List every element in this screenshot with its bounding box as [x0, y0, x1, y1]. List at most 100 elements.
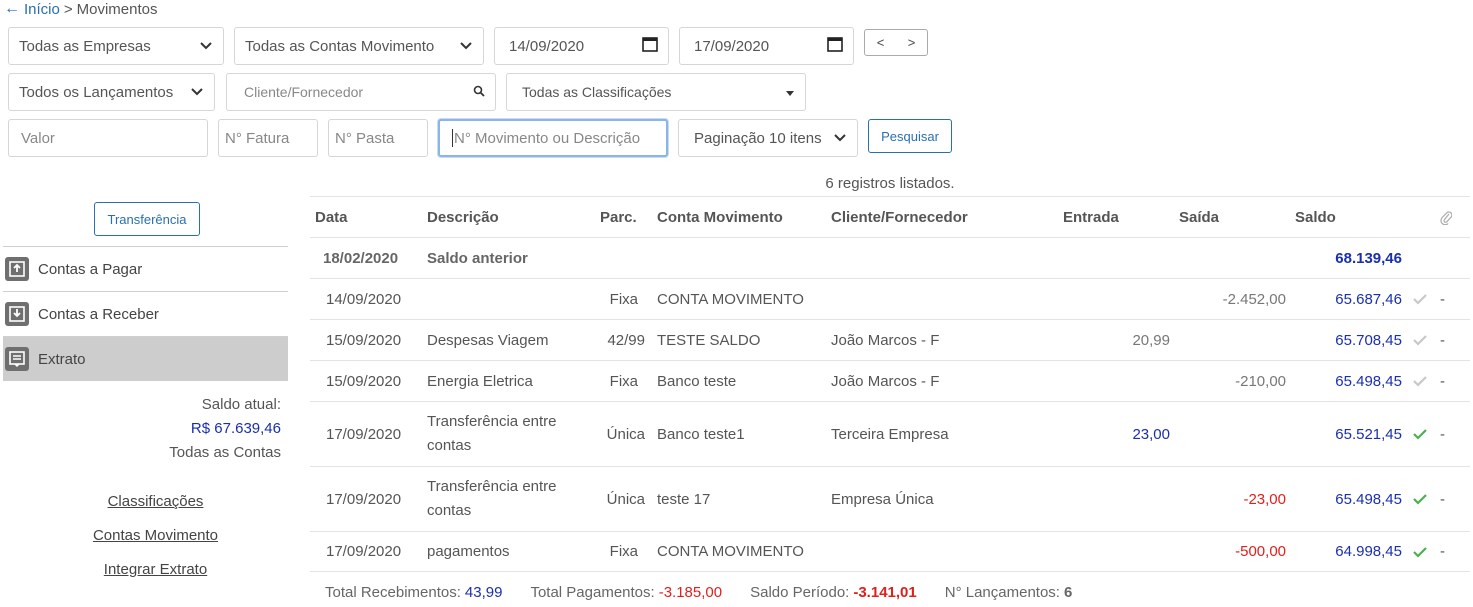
- cell-conta: CONTA MOVIMENTO: [657, 543, 804, 560]
- cell-saida: -23,00: [1243, 490, 1286, 508]
- check-icon[interactable]: [1413, 532, 1427, 571]
- col-conta[interactable]: Conta Movimento: [657, 197, 783, 237]
- chevron-down-icon: [190, 88, 204, 96]
- total-recebimentos-label: Total Recebimentos:: [325, 584, 461, 601]
- pasta-placeholder: N° Pasta: [335, 129, 395, 147]
- col-data[interactable]: Data: [315, 197, 348, 237]
- col-entrada[interactable]: Entrada: [1063, 197, 1119, 237]
- lancamentos-select[interactable]: Todos os Lançamentos: [8, 73, 215, 111]
- transferencia-button[interactable]: Transferência: [94, 202, 200, 236]
- sidebar-item-contas-pagar[interactable]: Contas a Pagar: [3, 246, 288, 291]
- link-classificacoes[interactable]: Classificações: [3, 493, 308, 510]
- total-pagamentos-label: Total Pagamentos:: [530, 584, 655, 601]
- cell-parc: 42/99: [607, 331, 645, 349]
- breadcrumb: ← Início > Movimentos: [4, 0, 157, 18]
- empresa-select[interactable]: Todas as Empresas: [8, 27, 224, 65]
- table-row[interactable]: 17/09/2020 Transferência entre contas Ún…: [310, 466, 1470, 531]
- cell-saldo: 65.687,46: [1335, 290, 1402, 308]
- check-icon[interactable]: [1413, 320, 1427, 360]
- table-row[interactable]: 15/09/2020 Energia Eletrica Fixa Banco t…: [310, 360, 1470, 401]
- fatura-placeholder: N° Fatura: [225, 129, 290, 147]
- saldo-atual-value: R$ 67.639,46: [190, 420, 281, 437]
- cell-entrada: 20,99: [1132, 331, 1170, 349]
- total-recebimentos-value: 43,99: [464, 584, 503, 601]
- cell-entrada: 23,00: [1132, 425, 1170, 443]
- cell-saldo: 64.998,45: [1335, 543, 1402, 560]
- search-icon[interactable]: [473, 84, 485, 100]
- movimento-descricao-placeholder: N° Movimento ou Descrição: [454, 129, 641, 147]
- date-from-input[interactable]: 14/09/2020: [494, 27, 669, 65]
- cell-cliente: João Marcos - F: [831, 331, 940, 349]
- cell-parc: Única: [606, 425, 645, 443]
- check-icon[interactable]: [1413, 467, 1427, 531]
- fatura-input[interactable]: N° Fatura: [218, 119, 318, 157]
- cell-cliente: Terceira Empresa: [831, 425, 949, 443]
- cell-anexo: -: [1440, 372, 1445, 390]
- col-saldo[interactable]: Saldo: [1295, 197, 1336, 237]
- next-period-button[interactable]: >: [908, 35, 916, 50]
- cell-parc: Única: [606, 490, 645, 508]
- numero-lancamentos: N° Lançamentos: 6: [945, 584, 1073, 604]
- calendar-icon[interactable]: [642, 36, 658, 56]
- breadcrumb-separator: >: [63, 0, 73, 18]
- prev-period-button[interactable]: <: [877, 35, 885, 50]
- calendar-icon[interactable]: [827, 36, 843, 56]
- link-integrar-extrato[interactable]: Integrar Extrato: [3, 561, 308, 578]
- cell-conta: TESTE SALDO: [657, 331, 761, 349]
- movimento-descricao-input[interactable]: N° Movimento ou Descrição: [438, 119, 668, 157]
- cell-descricao-line: Transferência entre: [427, 478, 557, 495]
- check-icon[interactable]: [1413, 279, 1427, 319]
- cell-descricao-line: contas: [427, 502, 472, 519]
- breadcrumb-current: Movimentos: [76, 0, 158, 18]
- conta-select[interactable]: Todas as Contas Movimento: [234, 27, 484, 65]
- cell-anexo: -: [1440, 290, 1445, 308]
- total-pagamentos-value: -3.185,00: [658, 584, 723, 601]
- valor-placeholder: Valor: [21, 129, 55, 147]
- paperclip-icon: [1440, 197, 1452, 237]
- upload-tray-icon: [5, 257, 29, 281]
- cell-descricao: Transferência entre contas: [427, 402, 557, 466]
- back-arrow-icon[interactable]: ←: [4, 1, 20, 17]
- cell-saldo: 68.139,46: [1335, 249, 1402, 267]
- col-cliente[interactable]: Cliente/Fornecedor: [831, 197, 968, 237]
- cell-parc: Fixa: [609, 372, 638, 390]
- total-recebimentos: Total Recebimentos: 43,99: [325, 584, 502, 604]
- col-descricao[interactable]: Descrição: [427, 197, 499, 237]
- classificacoes-select[interactable]: Todas as Classificações: [506, 73, 806, 111]
- chevron-down-icon: [459, 42, 473, 50]
- date-to-input[interactable]: 17/09/2020: [679, 27, 854, 65]
- col-parc[interactable]: Parc.: [600, 197, 637, 237]
- cliente-fornecedor-placeholder: Cliente/Fornecedor: [244, 84, 364, 100]
- caret-down-icon: [785, 84, 795, 100]
- cell-parc: Fixa: [609, 543, 638, 560]
- cliente-fornecedor-input[interactable]: Cliente/Fornecedor: [226, 73, 496, 111]
- download-tray-icon: [5, 302, 29, 326]
- lancamentos-select-value: Todos os Lançamentos: [19, 83, 174, 101]
- paginacao-select[interactable]: Paginação 10 itens: [678, 119, 858, 157]
- cell-anexo: -: [1440, 490, 1445, 508]
- cell-saldo: 65.498,45: [1335, 490, 1402, 508]
- col-saida[interactable]: Saída: [1179, 197, 1219, 237]
- sidebar-item-extrato[interactable]: Extrato: [3, 336, 288, 381]
- valor-input[interactable]: Valor: [8, 119, 208, 157]
- link-contas-movimento[interactable]: Contas Movimento: [3, 527, 308, 544]
- records-count: 6 registros listados.: [825, 175, 955, 192]
- table-row[interactable]: 15/09/2020 Despesas Viagem 42/99 TESTE S…: [310, 319, 1470, 360]
- check-icon[interactable]: [1413, 402, 1427, 466]
- date-from-value: 14/09/2020: [509, 37, 585, 55]
- text-cursor: [452, 129, 453, 147]
- total-pagamentos: Total Pagamentos: -3.185,00: [530, 584, 722, 604]
- pesquisar-button[interactable]: Pesquisar: [868, 119, 952, 153]
- cell-data: 14/09/2020: [326, 290, 402, 308]
- paginacao-select-value: Paginação 10 itens: [694, 129, 822, 147]
- check-icon[interactable]: [1413, 361, 1427, 401]
- date-nav-group: < >: [864, 29, 928, 56]
- sidebar-item-contas-receber[interactable]: Contas a Receber: [3, 291, 288, 336]
- table-row[interactable]: 14/09/2020 Fixa CONTA MOVIMENTO -2.452,0…: [310, 278, 1470, 319]
- pasta-input[interactable]: N° Pasta: [328, 119, 428, 157]
- conta-select-value: Todas as Contas Movimento: [245, 37, 435, 55]
- table-row[interactable]: 17/09/2020 Transferência entre contas Ún…: [310, 401, 1470, 466]
- table-row[interactable]: 17/09/2020 pagamentos Fixa CONTA MOVIMEN…: [310, 531, 1470, 572]
- cell-parc: Fixa: [609, 290, 638, 308]
- breadcrumb-home[interactable]: Início: [24, 1, 60, 18]
